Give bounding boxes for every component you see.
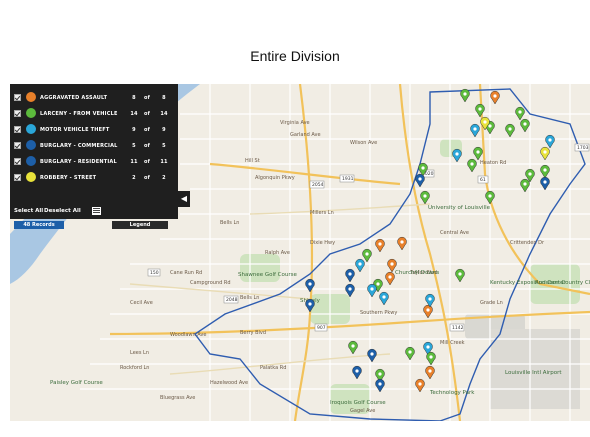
- svg-text:Berry Blvd: Berry Blvd: [240, 330, 266, 336]
- layer-checkbox[interactable]: [14, 174, 21, 181]
- svg-text:Virginia Ave: Virginia Ave: [280, 120, 310, 126]
- svg-text:Wilson Ave: Wilson Ave: [350, 140, 377, 146]
- svg-text:Grade Ln: Grade Ln: [480, 300, 503, 306]
- layer-row-burglary-commercial[interactable]: BURGLARY - COMMERCIAL 5 of 5: [14, 140, 174, 153]
- svg-text:Millers Ln: Millers Ln: [310, 210, 334, 216]
- svg-text:Palatka Rd: Palatka Rd: [260, 365, 286, 371]
- layer-checkbox[interactable]: [14, 142, 21, 149]
- deselect-all-button[interactable]: Deselect All: [44, 208, 81, 214]
- layer-checkbox[interactable]: [14, 126, 21, 133]
- svg-text:61: 61: [480, 177, 486, 183]
- layer-checkbox[interactable]: [14, 158, 21, 165]
- panel-collapse-icon[interactable]: ◀: [178, 191, 190, 207]
- layer-row-larceny-from-vehicle[interactable]: LARCENY - FROM VEHICLE 14 of 14: [14, 108, 174, 121]
- svg-text:150: 150: [150, 270, 159, 276]
- svg-text:Campground Rd: Campground Rd: [190, 280, 231, 286]
- layer-row-burglary-residential[interactable]: BURGLARY - RESIDENTIAL 11 of 11: [14, 156, 174, 169]
- svg-text:Churchill Downs: Churchill Downs: [395, 270, 439, 276]
- svg-text:Lees Ln: Lees Ln: [130, 350, 149, 356]
- svg-text:Southern Pkwy: Southern Pkwy: [360, 310, 397, 316]
- list-view-icon[interactable]: [92, 207, 101, 215]
- svg-text:Heaton Rd: Heaton Rd: [480, 160, 506, 166]
- svg-text:Louisville Intl Airport: Louisville Intl Airport: [505, 370, 562, 376]
- layer-row-motor-vehicle-theft[interactable]: MOTOR VEHICLE THEFT 9 of 9: [14, 124, 174, 137]
- svg-text:Shawnee Golf Course: Shawnee Golf Course: [238, 272, 298, 278]
- car-pin-icon: [26, 124, 36, 134]
- svg-text:1142: 1142: [452, 325, 464, 331]
- svg-text:Hill St: Hill St: [245, 158, 260, 164]
- layer-checkbox[interactable]: [14, 110, 21, 117]
- svg-text:1703: 1703: [577, 145, 589, 151]
- layer-checkbox[interactable]: [14, 94, 21, 101]
- svg-text:Central Ave: Central Ave: [440, 230, 469, 236]
- svg-text:Garland Ave: Garland Ave: [290, 132, 321, 138]
- svg-text:Cane Run Rd: Cane Run Rd: [170, 270, 202, 276]
- building-pin-icon: [26, 140, 36, 150]
- svg-text:Mill Creek: Mill Creek: [440, 340, 465, 346]
- svg-text:2054: 2054: [312, 182, 324, 188]
- records-button[interactable]: 48 Records: [14, 221, 64, 229]
- svg-text:Rockford Ln: Rockford Ln: [120, 365, 149, 371]
- svg-text:University of Louisville: University of Louisville: [428, 205, 491, 211]
- svg-text:Dixie Hwy: Dixie Hwy: [310, 240, 335, 246]
- layer-row-aggravated-assault[interactable]: AGGRAVATED ASSAULT 8 of 8: [14, 92, 174, 105]
- svg-text:Bluegrass Ave: Bluegrass Ave: [160, 395, 195, 401]
- svg-text:Technology Park: Technology Park: [429, 390, 475, 396]
- svg-text:Paisley Golf Course: Paisley Golf Course: [50, 380, 103, 386]
- svg-text:Audubon Country Club: Audubon Country Club: [535, 280, 590, 286]
- svg-text:Iroquois Golf Course: Iroquois Golf Course: [330, 400, 386, 406]
- svg-text:907: 907: [317, 325, 326, 331]
- svg-text:Gagel Ave: Gagel Ave: [350, 408, 375, 414]
- legend-button[interactable]: Legend: [112, 221, 168, 229]
- svg-text:2048: 2048: [226, 297, 238, 303]
- svg-text:Hazelwood Ave: Hazelwood Ave: [210, 380, 248, 386]
- svg-text:Cecil Ave: Cecil Ave: [130, 300, 153, 306]
- layer-row-robbery-street[interactable]: ROBBERY - STREET 2 of 2: [14, 172, 174, 185]
- svg-text:Woodlawn Ave: Woodlawn Ave: [170, 332, 206, 338]
- assault-pin-icon: [26, 92, 36, 102]
- robbery-pin-icon: [26, 172, 36, 182]
- page-title: Entire Division: [250, 48, 340, 64]
- svg-text:1931: 1931: [342, 176, 354, 182]
- svg-text:Bells Ln: Bells Ln: [240, 295, 259, 301]
- svg-text:Bells Ln: Bells Ln: [220, 220, 239, 226]
- select-all-button[interactable]: Select All: [14, 208, 43, 214]
- svg-text:Algonquin Pkwy: Algonquin Pkwy: [255, 175, 295, 181]
- svg-text:Ralph Ave: Ralph Ave: [265, 250, 290, 256]
- larceny-pin-icon: [26, 108, 36, 118]
- house-pin-icon: [26, 156, 36, 166]
- svg-text:Crittenden Dr: Crittenden Dr: [510, 240, 545, 246]
- layer-panel: AGGRAVATED ASSAULT 8 of 8 LARCENY - FROM…: [10, 84, 178, 219]
